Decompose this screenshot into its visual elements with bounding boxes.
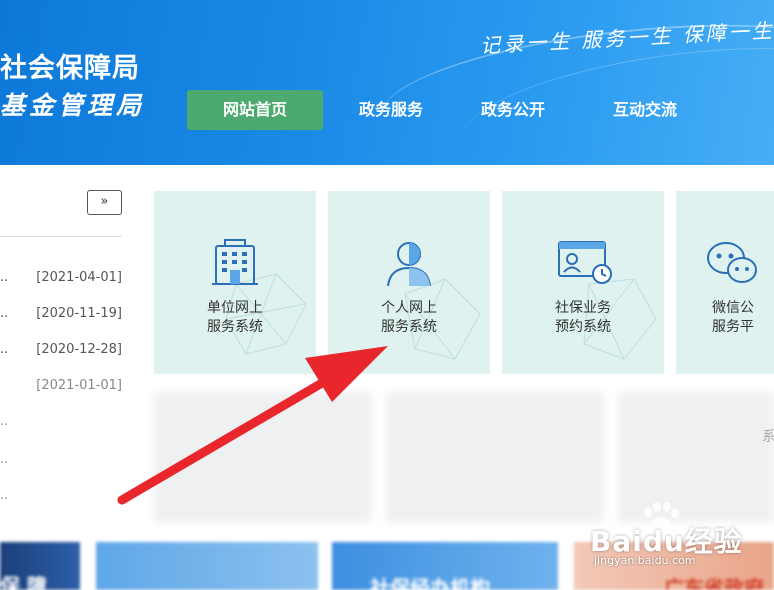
building-icon [208,236,262,290]
blurred-tile [154,392,372,522]
org-name-line1: 社会保障局 [0,53,140,84]
news-item[interactable]: .. [0,452,122,472]
card-label-line2: 预约系统 [555,319,611,335]
site-header: 社会保障局 基金管理局 记录一生 服务一生 保障一生 网站首页 政务服务 政务公… [0,0,774,165]
card-label-line2: 服务系统 [381,319,437,335]
card-label-line2: 服务系统 [207,319,263,335]
news-date: [2021-01-01] [36,378,122,393]
card-label-line1: 个人网上 [381,300,437,316]
watermark-url: jingyan.baidu.com [594,554,696,567]
news-item[interactable]: [2021-01-01] [0,378,122,398]
blurred-tile [386,392,604,522]
nav-home[interactable]: 网站首页 [187,90,323,130]
card-label-line1: 社保业务 [555,300,611,316]
card-label-line2: 服务平 [712,319,754,335]
banner-left[interactable]: 保 障 [0,542,80,590]
news-date: [2021-04-01] [36,270,122,285]
news-item[interactable]: .. [2020-12-28] [0,342,122,362]
main-nav: 网站首页 政务服务 政务公开 互动交流 [187,90,721,130]
news-item[interactable]: .. [0,414,122,434]
nav-gov-info[interactable]: 政务公开 [461,90,591,130]
news-more-button[interactable]: » [87,190,122,215]
banner-blue[interactable] [96,542,318,590]
news-item[interactable]: .. [2020-11-19] [0,306,122,326]
card-label-line1: 微信公 [712,300,754,316]
watermark: Baidu经验 jingyan.baidu.com [590,502,774,590]
wechat-icon [704,236,758,290]
partial-text: 系 [762,429,774,445]
person-icon [382,236,436,290]
card-personal-online-service[interactable]: 个人网上 服务系统 [328,191,490,374]
card-social-security-appointment[interactable]: 社保业务 预约系统 [502,191,664,374]
card-unit-online-service[interactable]: 单位网上 服务系统 [154,191,316,374]
banner-service-agency[interactable]: 社保经办机构 [332,542,558,590]
news-date: [2020-11-19] [36,306,122,321]
id-card-clock-icon [556,236,612,290]
news-item[interactable]: .. [2021-04-01] [0,270,122,290]
nav-gov-services[interactable]: 政务服务 [341,90,461,130]
card-wechat-service[interactable]: 微信公 服务平 [676,191,774,374]
nav-interaction[interactable]: 互动交流 [591,90,721,130]
divider [0,236,122,237]
card-label-line1: 单位网上 [207,300,263,316]
news-date: [2020-12-28] [36,342,122,357]
org-name-line2: 基金管理局 [0,91,146,120]
news-item[interactable]: .. [0,488,122,508]
